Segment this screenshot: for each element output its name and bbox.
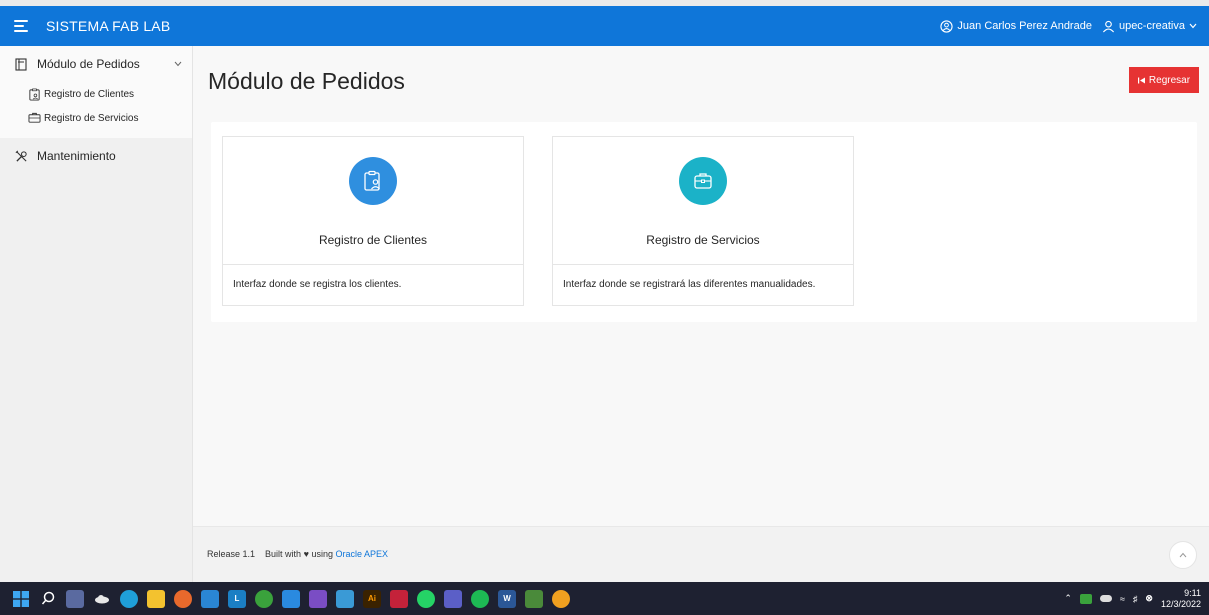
clipboard-user-icon [27,87,41,101]
sidebar-item-label: Registro de Clientes [44,88,135,100]
document-icon [14,57,28,71]
using-text: using [311,549,333,559]
vscode-icon[interactable] [282,589,300,608]
sidebar-item-registro-clientes[interactable]: Registro de Clientes [0,82,192,106]
tray-app-icon[interactable] [1079,593,1092,604]
cube-app-icon[interactable] [336,589,354,608]
sidebar: Módulo de Pedidos Registro de Clientes R… [0,46,193,582]
menu-toggle-icon[interactable] [14,18,34,34]
card-description: Interfaz donde se registrará las diferen… [563,279,816,290]
sidebar-group-pedidos: Módulo de Pedidos Registro de Clientes R… [0,46,192,138]
sidebar-item-registro-servicios[interactable]: Registro de Servicios [0,106,192,130]
task-view-icon[interactable] [66,589,84,608]
chevron-up-icon [1179,552,1187,558]
windows-start-icon[interactable] [12,590,30,608]
wifi-icon[interactable]: ≈ [1120,594,1125,604]
app-header: SISTEMA FAB LAB Juan Carlos Perez Andrad… [0,6,1209,46]
app-orange-icon[interactable] [552,589,570,608]
sidebar-item-label: Mantenimiento [37,149,116,163]
user-menu[interactable]: Juan Carlos Perez Andrade [940,19,1092,33]
heart-icon: ♥ [303,549,309,559]
card-title: Registro de Clientes [318,233,428,247]
visual-studio-icon[interactable] [309,589,327,608]
clock-time: 9:11 [1184,587,1201,598]
user-name: Juan Carlos Perez Andrade [957,20,1092,32]
briefcase-icon [27,111,41,125]
workspace-menu[interactable]: upec-creativa [1102,20,1197,33]
scroll-to-top-button[interactable] [1169,541,1197,569]
sidebar-item-label: Registro de Servicios [44,112,139,124]
teams-icon[interactable] [444,589,462,608]
briefcase-icon [679,157,727,205]
word-icon[interactable]: W [498,589,516,608]
card-body: Registro de Clientes [223,137,523,265]
volume-icon[interactable]: ♯ [1133,594,1138,604]
user-icon [1102,20,1114,32]
skip-back-icon [1137,77,1145,83]
card-registro-servicios[interactable]: Registro de Servicios Interfaz donde se … [552,136,854,306]
page-footer: Release 1.1 Built with ♥ using Oracle AP… [193,526,1209,582]
sidebar-item-label: Módulo de Pedidos [37,57,140,71]
built-with: Built with ♥ using Oracle APEX [265,549,388,559]
release-label: Release 1.1 [207,549,256,559]
firefox-icon[interactable] [174,589,192,608]
built-with-text: Built with [265,549,302,559]
sidebar-item-modulo-pedidos[interactable]: Módulo de Pedidos [0,46,192,82]
nav-right: Juan Carlos Perez Andrade upec-creativa [940,19,1209,33]
xbox-icon[interactable] [255,589,273,608]
whatsapp-icon[interactable] [417,589,435,608]
workspace-name: upec-creativa [1118,20,1185,32]
spotify-icon[interactable] [471,589,489,608]
cloud-icon[interactable] [1099,595,1112,602]
page-title: Módulo de Pedidos [208,68,405,94]
card-body: Registro de Servicios [553,137,853,265]
chevron-up-icon[interactable]: ⌃ [1064,593,1072,604]
cards-region: Registro de Clientes Interfaz donde se r… [211,122,1197,322]
edge-icon[interactable] [120,589,138,608]
brand: SISTEMA FAB LAB [0,18,170,34]
back-button-label: Regresar [1148,74,1191,86]
tools-icon [14,149,28,163]
illustrator-icon[interactable]: Ai [363,589,381,608]
page-header: Módulo de Pedidos Regresar [193,46,1209,118]
clock[interactable]: 9:11 12/3/2022 [1161,588,1201,610]
taskbar-apps: L Ai W [0,589,570,608]
sidebar-item-mantenimiento[interactable]: Mantenimiento [0,138,192,174]
app-title[interactable]: SISTEMA FAB LAB [46,18,170,34]
back-button[interactable]: Regresar [1129,67,1199,93]
language-icon[interactable]: ⊗ [1145,593,1153,604]
app-red-icon[interactable] [390,589,408,608]
app-green-icon[interactable] [525,589,543,608]
clock-date: 12/3/2022 [1160,598,1201,609]
search-icon[interactable] [39,590,57,608]
clipboard-user-icon [349,157,397,205]
app-l-icon[interactable]: L [228,589,246,608]
chevron-down-icon[interactable] [174,59,182,70]
oracle-apex-link[interactable]: Oracle APEX [335,549,388,559]
card-title: Registro de Servicios [646,233,760,247]
system-tray: ⌃ ≈ ♯ ⊗ 9:11 12/3/2022 [1064,588,1209,610]
mail-icon[interactable] [201,589,219,608]
onedrive-icon[interactable] [93,590,111,608]
file-explorer-icon[interactable] [147,589,165,608]
taskbar: L Ai W ⌃ ≈ ♯ ⊗ 9:11 12/3/2022 [0,582,1209,615]
footer-text: Release 1.1 Built with ♥ using Oracle AP… [207,549,388,559]
user-circle-icon [940,19,954,33]
card-registro-clientes[interactable]: Registro de Clientes Interfaz donde se r… [222,136,524,306]
card-description: Interfaz donde se registra los clientes. [233,279,402,290]
chevron-down-icon [1189,23,1197,29]
